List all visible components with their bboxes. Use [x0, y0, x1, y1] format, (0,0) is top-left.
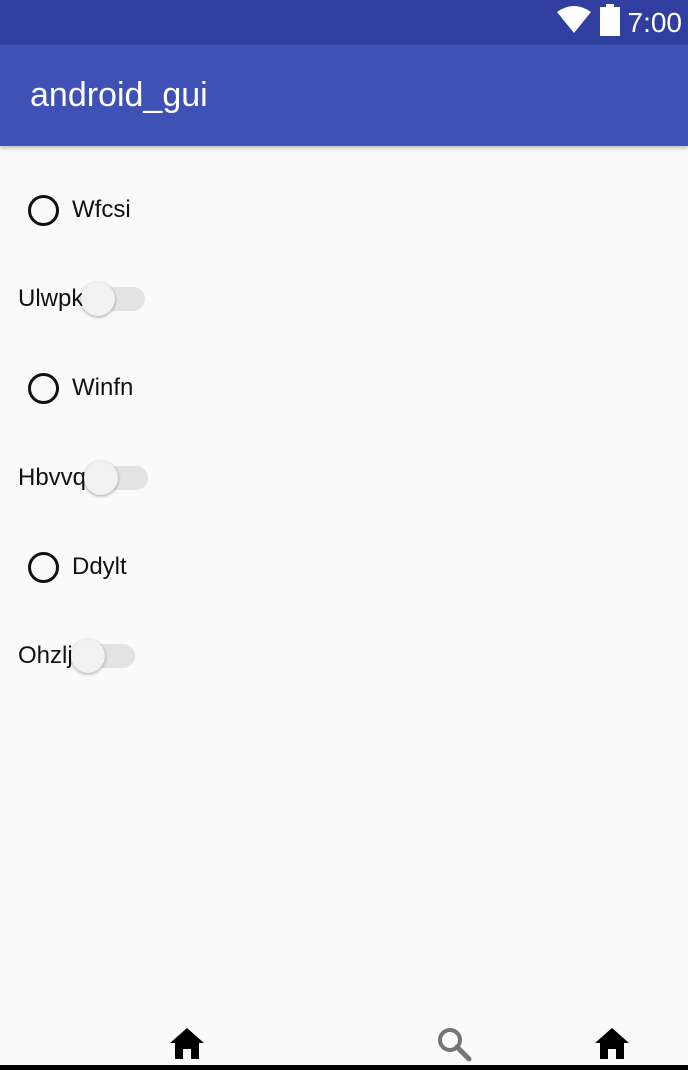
- app-bar: android_gui: [0, 45, 688, 146]
- switch-toggle[interactable]: [81, 282, 147, 316]
- switch-label: Hbvvq: [18, 464, 87, 491]
- status-icons: 7:00: [556, 0, 683, 45]
- nav-bottom-line: [0, 1065, 688, 1070]
- switch-hbvvq[interactable]: Hbvvq: [18, 453, 150, 503]
- radio-circle-icon: [28, 194, 59, 226]
- radio-button-winfn[interactable]: Winfn: [28, 363, 133, 413]
- radio-circle-icon: [28, 372, 59, 404]
- radio-button-wfcsi[interactable]: Wfcsi: [28, 185, 131, 235]
- home-icon[interactable]: [169, 1026, 205, 1065]
- home-icon[interactable]: [594, 1026, 630, 1065]
- radio-label: Winfn: [72, 374, 134, 401]
- switch-thumb: [70, 639, 105, 673]
- switch-ohzlj[interactable]: Ohzlj: [18, 631, 137, 681]
- status-time: 7:00: [627, 7, 683, 38]
- switch-toggle[interactable]: [84, 461, 150, 495]
- switch-thumb: [84, 461, 119, 495]
- bottom-nav: [0, 1010, 688, 1070]
- search-icon[interactable]: [436, 1026, 472, 1067]
- switch-toggle[interactable]: [70, 639, 137, 673]
- app-title: android_gui: [30, 76, 208, 114]
- battery-icon: [599, 4, 620, 41]
- switch-ulwpk[interactable]: Ulwpk: [18, 274, 147, 324]
- radio-label: Ddylt: [72, 553, 127, 580]
- status-bar: 7:00: [0, 0, 688, 45]
- wifi-icon: [556, 6, 592, 39]
- radio-circle-icon: [28, 551, 59, 583]
- radio-button-ddylt[interactable]: Ddylt: [28, 542, 127, 592]
- switch-label: Ohzlj: [18, 642, 73, 669]
- radio-label: Wfcsi: [72, 196, 131, 223]
- switch-label: Ulwpk: [18, 285, 84, 312]
